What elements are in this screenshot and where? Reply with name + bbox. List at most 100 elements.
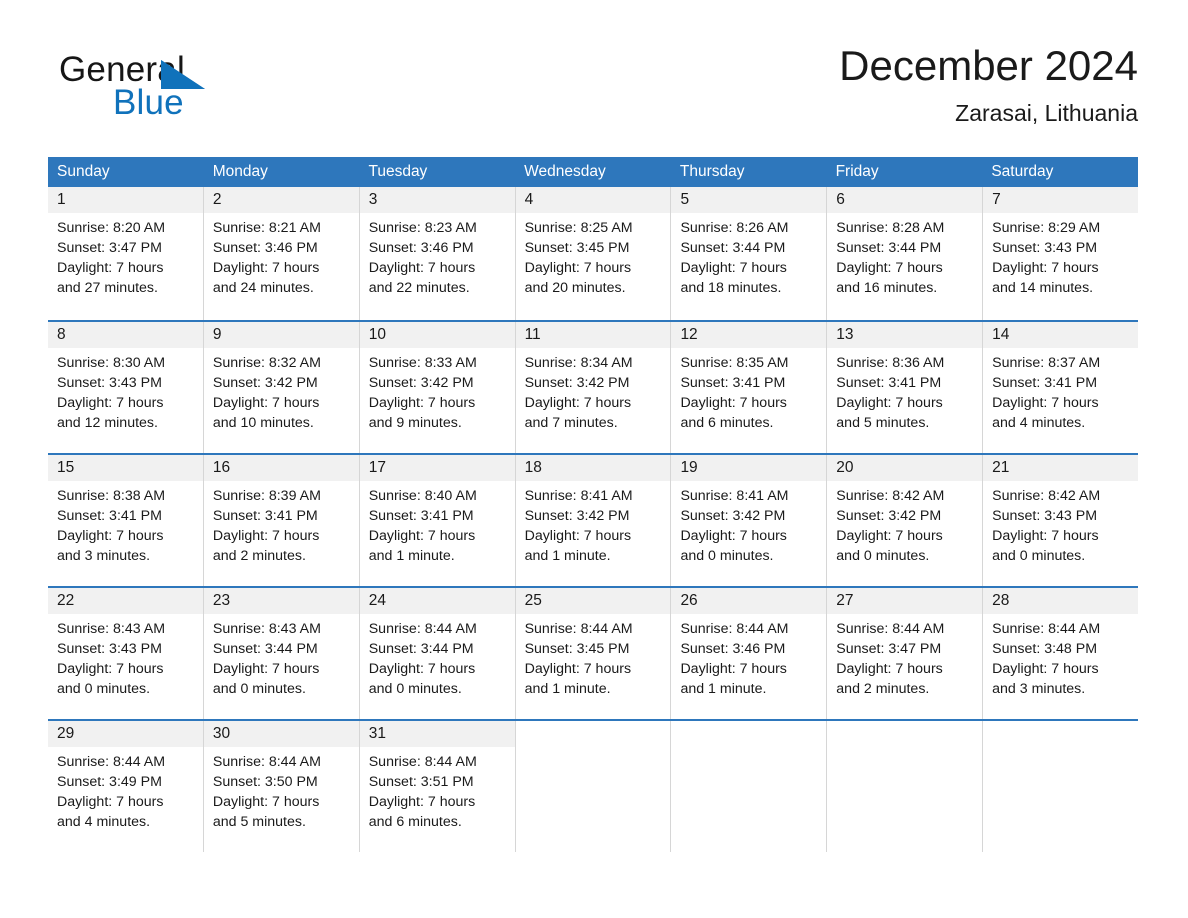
daylight-text-line1: Daylight: 7 hours xyxy=(836,260,943,276)
daylight-text-line2: and 9 minutes. xyxy=(368,415,462,431)
weekday-header-thursday: Thursday xyxy=(679,163,745,180)
day-cell[interactable]: 20 Sunrise: 8:42 AM Sunset: 3:42 PM Dayligh… xyxy=(827,455,984,586)
daylight-text-line2: and 5 minutes. xyxy=(212,814,306,830)
day-cell[interactable]: 30 Sunrise: 8:44 AM Sunset: 3:50 PM Dayligh… xyxy=(203,721,360,852)
day-cell[interactable]: 29 Sunrise: 8:44 AM Sunset: 3:49 PM Dayligh… xyxy=(48,721,204,852)
day-cell[interactable]: 1 Sunrise: 8:20 AM Sunset: 3:47 PM Daylight… xyxy=(48,187,204,320)
daylight-text-line1: Daylight: 7 hours xyxy=(836,661,943,677)
sunrise-text: Sunrise: 8:42 AM xyxy=(992,488,1101,504)
sunset-text: Sunset: 3:41 PM xyxy=(992,375,1098,391)
day-cell[interactable]: 9 Sunrise: 8:32 AM Sunset: 3:42 PM Daylight… xyxy=(203,322,360,453)
day-number xyxy=(515,721,671,747)
day-cell[interactable]: 2 Sunrise: 8:21 AM Sunset: 3:46 PM Daylight… xyxy=(203,187,360,320)
day-cell[interactable]: 23 Sunrise: 8:43 AM Sunset: 3:44 PM Dayligh… xyxy=(203,588,360,719)
day-info: Sunrise: 8:25 AM Sunset: 3:45 PM Daylight:… xyxy=(516,213,671,298)
day-info: Sunrise: 8:33 AM Sunset: 3:42 PM Daylight:… xyxy=(360,348,515,433)
sunset-text: Sunset: 3:41 PM xyxy=(368,508,474,524)
day-number: 28 xyxy=(983,588,1139,614)
day-cell[interactable]: 18 Sunrise: 8:41 AM Sunset: 3:42 PM Dayligh… xyxy=(515,455,672,586)
day-cell[interactable]: 17 Sunrise: 8:40 AM Sunset: 3:41 PM Dayligh… xyxy=(359,455,516,586)
day-cell-empty xyxy=(827,721,984,852)
daylight-text-line2: and 1 minute. xyxy=(368,548,455,564)
sunset-text: Sunset: 3:47 PM xyxy=(836,641,942,657)
day-cell[interactable]: 15 Sunrise: 8:38 AM Sunset: 3:41 PM Dayligh… xyxy=(48,455,204,586)
sunrise-text: Sunrise: 8:20 AM xyxy=(57,220,166,236)
daylight-text-line1: Daylight: 7 hours xyxy=(992,661,1099,677)
sunset-text: Sunset: 3:46 PM xyxy=(680,641,786,657)
daylight-text-line2: and 2 minutes. xyxy=(212,548,306,564)
day-cell[interactable]: 8 Sunrise: 8:30 AM Sunset: 3:43 PM Daylight… xyxy=(48,322,204,453)
sunset-text: Sunset: 3:41 PM xyxy=(57,508,162,524)
daylight-text-line1: Daylight: 7 hours xyxy=(992,395,1099,411)
day-cell[interactable]: 28 Sunrise: 8:44 AM Sunset: 3:48 PM Dayligh… xyxy=(983,588,1139,719)
sunrise-text: Sunrise: 8:36 AM xyxy=(836,355,945,371)
day-number: 3 xyxy=(359,187,515,213)
daylight-text-line1: Daylight: 7 hours xyxy=(368,260,476,276)
day-number: 6 xyxy=(827,187,983,213)
day-number: 27 xyxy=(827,588,983,614)
sunrise-text: Sunrise: 8:26 AM xyxy=(680,220,789,236)
day-cell[interactable]: 25 Sunrise: 8:44 AM Sunset: 3:45 PM Dayligh… xyxy=(515,588,672,719)
day-cell[interactable]: 31 Sunrise: 8:44 AM Sunset: 3:51 PM Dayligh… xyxy=(359,721,516,852)
day-cell[interactable]: 13 Sunrise: 8:36 AM Sunset: 3:41 PM Dayligh… xyxy=(827,322,984,453)
daylight-text-line2: and 12 minutes. xyxy=(57,415,158,431)
day-cell[interactable]: 6 Sunrise: 8:28 AM Sunset: 3:44 PM Daylight… xyxy=(827,187,984,320)
sunset-text: Sunset: 3:44 PM xyxy=(212,641,318,657)
daylight-text-line2: and 18 minutes. xyxy=(680,280,782,296)
day-info: Sunrise: 8:35 AM Sunset: 3:41 PM Daylight:… xyxy=(671,348,826,433)
daylight-text-line2: and 0 minutes. xyxy=(212,681,306,697)
day-info xyxy=(827,747,982,752)
day-cell[interactable]: 26 Sunrise: 8:44 AM Sunset: 3:46 PM Dayligh… xyxy=(671,588,828,719)
day-cell[interactable]: 27 Sunrise: 8:44 AM Sunset: 3:47 PM Dayligh… xyxy=(827,588,984,719)
day-cell[interactable]: 4 Sunrise: 8:25 AM Sunset: 3:45 PM Daylight… xyxy=(515,187,672,320)
sunrise-text: Sunrise: 8:40 AM xyxy=(368,488,477,504)
day-number: 18 xyxy=(515,455,671,481)
day-number: 25 xyxy=(515,588,671,614)
daylight-text-line2: and 22 minutes. xyxy=(368,280,470,296)
sunrise-text: Sunrise: 8:34 AM xyxy=(524,355,633,371)
brand-logo[interactable]: General Blue xyxy=(59,51,289,131)
daylight-text-line1: Daylight: 7 hours xyxy=(992,260,1099,276)
sunset-text: Sunset: 3:43 PM xyxy=(992,240,1098,256)
daylight-text-line1: Daylight: 7 hours xyxy=(836,395,943,411)
day-number: 8 xyxy=(48,322,203,348)
day-cell[interactable]: 22 Sunrise: 8:43 AM Sunset: 3:43 PM Dayligh… xyxy=(48,588,204,719)
day-cell[interactable]: 11 Sunrise: 8:34 AM Sunset: 3:42 PM Dayligh… xyxy=(515,322,672,453)
sunset-text: Sunset: 3:42 PM xyxy=(524,508,630,524)
daylight-text-line2: and 24 minutes. xyxy=(212,280,314,296)
sunrise-text: Sunrise: 8:37 AM xyxy=(992,355,1101,371)
daylight-text-line1: Daylight: 7 hours xyxy=(524,260,632,276)
day-number: 24 xyxy=(359,588,515,614)
day-cell[interactable]: 12 Sunrise: 8:35 AM Sunset: 3:41 PM Dayligh… xyxy=(671,322,828,453)
day-number xyxy=(671,721,827,747)
sunset-text: Sunset: 3:42 PM xyxy=(524,375,630,391)
day-cell[interactable]: 19 Sunrise: 8:41 AM Sunset: 3:42 PM Dayligh… xyxy=(671,455,828,586)
day-cell[interactable]: 21 Sunrise: 8:42 AM Sunset: 3:43 PM Dayligh… xyxy=(983,455,1139,586)
day-info: Sunrise: 8:41 AM Sunset: 3:42 PM Daylight:… xyxy=(671,481,826,566)
sunrise-text: Sunrise: 8:30 AM xyxy=(57,355,166,371)
day-number: 31 xyxy=(359,721,515,747)
daylight-text-line2: and 27 minutes. xyxy=(57,280,158,296)
day-cell[interactable]: 14 Sunrise: 8:37 AM Sunset: 3:41 PM Dayligh… xyxy=(983,322,1139,453)
daylight-text-line1: Daylight: 7 hours xyxy=(57,395,164,411)
sunset-text: Sunset: 3:49 PM xyxy=(57,774,162,790)
day-cell[interactable]: 3 Sunrise: 8:23 AM Sunset: 3:46 PM Daylight… xyxy=(359,187,516,320)
day-number: 16 xyxy=(203,455,359,481)
day-cell[interactable]: 10 Sunrise: 8:33 AM Sunset: 3:42 PM Dayligh… xyxy=(359,322,516,453)
calendar-weeks: 1 Sunrise: 8:20 AM Sunset: 3:47 PM Daylight… xyxy=(48,187,1139,852)
daylight-text-line1: Daylight: 7 hours xyxy=(212,661,320,677)
day-cell[interactable]: 24 Sunrise: 8:44 AM Sunset: 3:44 PM Dayligh… xyxy=(359,588,516,719)
sunset-text: Sunset: 3:45 PM xyxy=(524,641,630,657)
daylight-text-line1: Daylight: 7 hours xyxy=(992,528,1099,544)
day-cell[interactable]: 16 Sunrise: 8:39 AM Sunset: 3:41 PM Dayligh… xyxy=(203,455,360,586)
day-cell[interactable]: 5 Sunrise: 8:26 AM Sunset: 3:44 PM Daylight… xyxy=(671,187,828,320)
daylight-text-line2: and 0 minutes. xyxy=(992,548,1086,564)
calendar-week-row: 29 Sunrise: 8:44 AM Sunset: 3:49 PM Dayligh… xyxy=(48,719,1139,852)
day-cell[interactable]: 7 Sunrise: 8:29 AM Sunset: 3:43 PM Daylight… xyxy=(983,187,1139,320)
day-info: Sunrise: 8:42 AM Sunset: 3:43 PM Daylight:… xyxy=(983,481,1138,566)
daylight-text-line2: and 0 minutes. xyxy=(680,548,774,564)
brand-name-blue: Blue xyxy=(113,83,184,122)
sunrise-text: Sunrise: 8:25 AM xyxy=(524,220,633,236)
day-number: 13 xyxy=(827,322,983,348)
day-info: Sunrise: 8:38 AM Sunset: 3:41 PM Daylight:… xyxy=(48,481,203,566)
